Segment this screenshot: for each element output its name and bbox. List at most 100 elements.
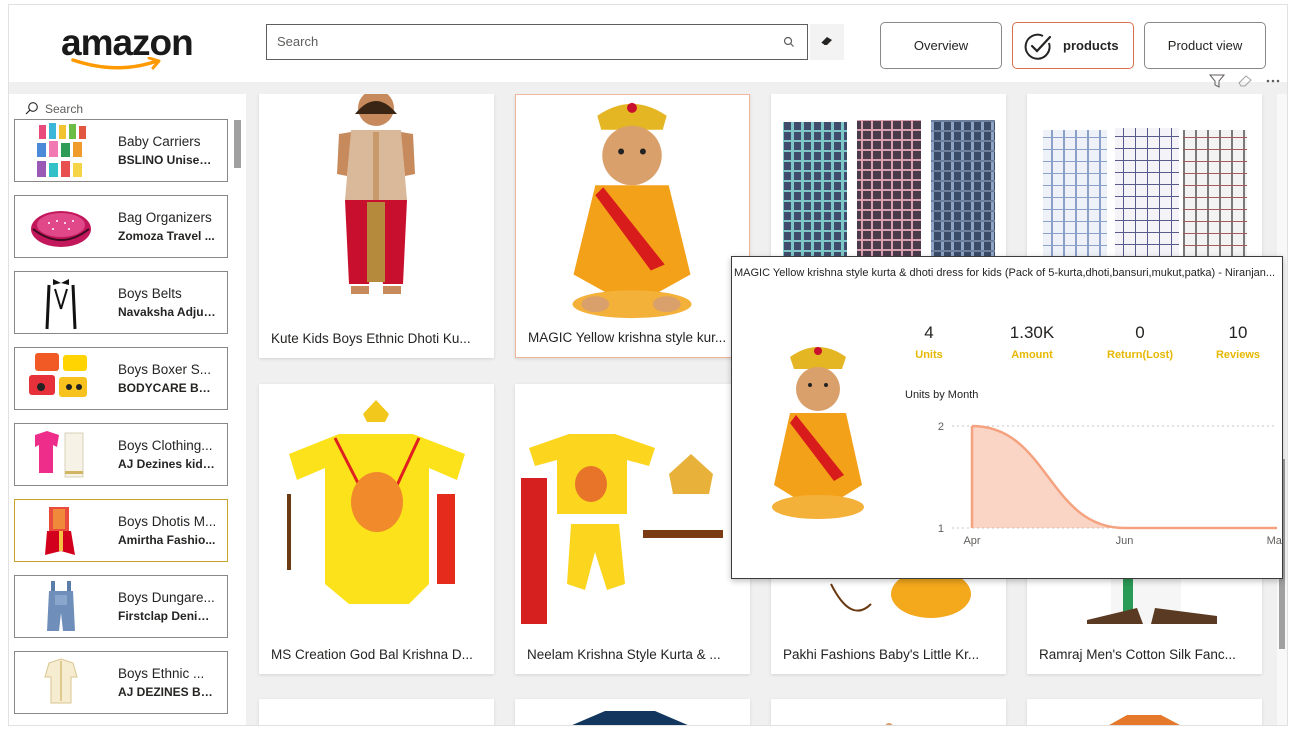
amazon-logo: amazon [61,23,201,79]
product-title: Kute Kids Boys Ethnic Dhoti Ku... [271,331,471,346]
slicer-scrollbar[interactable] [234,120,241,168]
slicer-item-subtitle: AJ DEZINES Boy... [118,685,218,699]
product-card[interactable] [1027,699,1262,725]
header: amazon Overview product [9,5,1287,82]
product-image [1043,128,1247,264]
kpi-amount: 1.30K Amount [987,323,1077,361]
chart-x-axis: Apr Jun May [963,535,1282,547]
slicer-item-title: Boys Belts [118,286,182,301]
check-circle-icon [1024,33,1052,60]
product-card[interactable]: Neelam Krishna Style Kurta & ... [515,384,750,674]
slicer-item-title: Bag Organizers [118,210,212,225]
slicer-item-selected[interactable]: Boys Dhotis M... Amirtha Fashio... [14,499,228,562]
slicer-search[interactable]: Search [23,100,233,118]
product-card[interactable] [1027,94,1262,264]
product-card-highlighted[interactable]: MAGIC Yellow krishna style kur... [515,94,750,358]
slicer-item[interactable]: Baby Carriers BSLINO Unisex ... [14,119,228,182]
product-card[interactable]: Kute Kids Boys Ethnic Dhoti Ku... [259,94,494,358]
product-card[interactable] [515,699,750,725]
filter-icon[interactable] [1208,73,1226,94]
product-title: Ramraj Men's Cotton Silk Fanc... [1039,647,1236,662]
product-title: MS Creation God Bal Krishna D... [271,647,473,662]
chart-y-axis: 12 [938,421,944,535]
clear-search-button[interactable] [810,24,844,60]
product-card[interactable] [771,699,1006,725]
nav-product-view-button[interactable]: Product view [1144,22,1266,69]
search-icon [25,102,38,115]
nav-overview-button[interactable]: Overview [880,22,1002,69]
category-slicer: Search Baby Carriers BSLINO Unisex ... B… [9,94,246,725]
y-tick-label: 2 [938,421,944,433]
units-by-month-chart: 12 AprJunMay [938,421,1282,547]
slicer-item[interactable]: Boys Ethnic ... AJ DEZINES Boy... [14,651,228,714]
eraser-icon[interactable] [1237,73,1253,94]
report-canvas: amazon Overview product [8,4,1288,726]
product-card[interactable] [771,94,1006,264]
kpi-label: Reviews [1215,349,1261,361]
search-icon[interactable] [783,36,795,48]
slicer-item-subtitle: BSLINO Unisex ... [118,153,218,167]
kpi-units: 4 Units [884,323,974,361]
product-card[interactable] [259,699,494,725]
smile-arrow-icon [71,57,161,70]
kpi-label: Return(Lost) [1107,349,1173,361]
search-input[interactable] [277,34,757,49]
tooltip-product-image [772,347,864,519]
search-box[interactable] [266,24,808,60]
slicer-item-title: Baby Carriers [118,134,201,149]
product-image [572,711,688,725]
product-thumbnail [45,279,77,330]
product-tooltip: MAGIC Yellow krishna style kurta & dhoti… [731,256,1283,579]
slicer-item-title: Boys Dungare... [118,590,215,605]
nav-products-button[interactable]: products [1012,22,1134,69]
eraser-icon [820,37,832,46]
slicer-item-subtitle: Zomoza Travel ... [118,229,215,243]
slicer-item-subtitle: BODYCARE Box... [118,381,218,395]
slicer-item[interactable]: Boys Clothing... AJ Dezines kids ... [14,423,228,486]
product-thumbnail [37,123,86,177]
visual-header [1207,73,1287,93]
slicer-item[interactable]: Bag Organizers Zomoza Travel ... [14,195,228,258]
more-options-icon[interactable] [1265,73,1281,94]
product-thumbnail [35,431,84,478]
slicer-search-placeholder: Search [45,102,84,116]
slicer-item-title: Boys Boxer S... [118,362,212,377]
kpi-value: 10 [1228,323,1248,342]
slicer-item[interactable]: Boys Boxer S... BODYCARE Box... [14,347,228,410]
product-thumbnail [44,658,78,704]
product-image [287,400,465,604]
product-title: MAGIC Yellow krishna style kur... [528,330,727,345]
slicer-item-subtitle: Amirtha Fashio... [118,533,216,547]
kpi-value: 1.30K [1009,323,1055,342]
product-thumbnail [31,211,91,247]
product-thumbnail [47,581,75,631]
x-tick-label: Apr [963,535,980,547]
kpi-value: 0 [1135,323,1145,342]
chart-title: Units by Month [905,389,979,401]
tooltip-title: MAGIC Yellow krishna style kurta & dhoti… [734,267,1276,279]
slicer-item[interactable]: Boys Belts Navaksha Adjus... [14,271,228,334]
product-image [783,120,995,264]
kpi-return-lost: 0 Return(Lost) [1095,323,1185,361]
slicer-item-title: Boys Ethnic ... [118,666,205,681]
nav-products-label: products [1063,38,1119,53]
product-image [337,94,415,294]
slicer-item-title: Boys Dhotis M... [118,514,217,529]
product-thumbnail [45,507,75,555]
kpi-label: Amount [1011,349,1053,361]
slicer-item-subtitle: Navaksha Adjus... [118,305,218,319]
slicer-item-title: Boys Clothing... [118,438,213,453]
slicer-item-subtitle: AJ Dezines kids ... [118,457,218,471]
y-tick-label: 1 [938,523,944,535]
product-image [885,723,893,725]
product-card[interactable]: MS Creation God Bal Krishna D... [259,384,494,674]
kpi-reviews: 10 Reviews [1193,323,1283,361]
slicer-item-subtitle: Firstclap Denim ... [118,609,218,623]
kpi-label: Units [915,349,943,361]
chart-series [970,424,1278,530]
product-title: Neelam Krishna Style Kurta & ... [527,647,721,662]
product-title: Pakhi Fashions Baby's Little Kr... [783,647,980,662]
x-tick-label: Jun [1116,535,1134,547]
slicer-item[interactable]: Boys Dungare... Firstclap Denim ... [14,575,228,638]
product-image [572,102,692,319]
